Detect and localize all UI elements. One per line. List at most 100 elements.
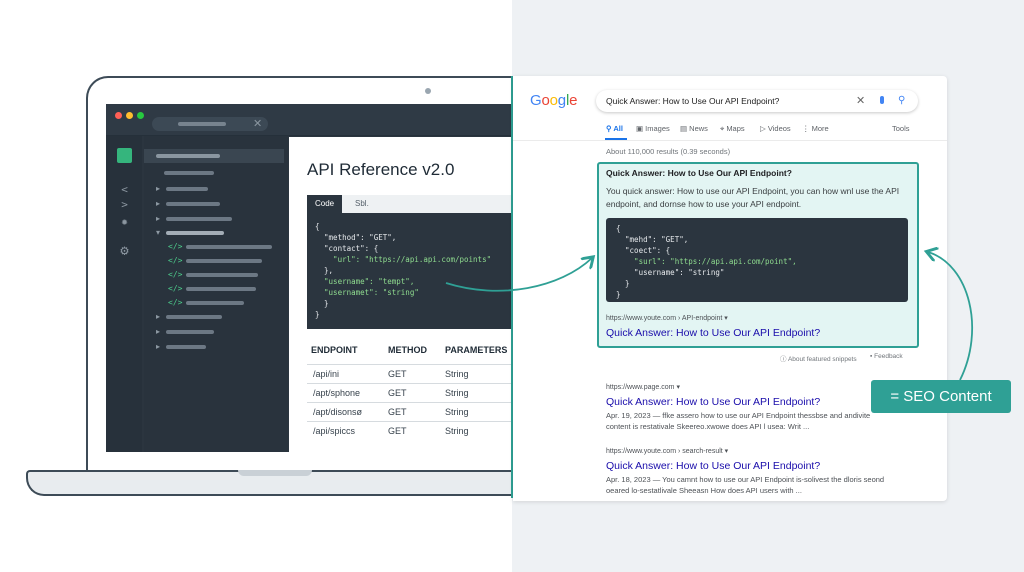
- activity-bar: < > ✹ ⚙: [106, 136, 142, 452]
- result-title[interactable]: Quick Answer: How to Use Our API Endpoin…: [606, 460, 820, 472]
- microphone-icon[interactable]: [880, 96, 884, 104]
- search-box[interactable]: Quick Answer: How to Use Our API Endpoin…: [596, 90, 918, 112]
- table-header: ENDPOINT: [311, 345, 358, 355]
- tree-item-label: [166, 217, 232, 221]
- code-line: }: [315, 299, 329, 308]
- chevron-right-icon: ▸: [156, 312, 161, 321]
- tree-item[interactable]: ▸: [144, 310, 284, 324]
- tree-item-label: [166, 315, 222, 319]
- code-line: "username": "string": [616, 268, 725, 277]
- tree-item[interactable]: ▾: [144, 226, 284, 240]
- tree-item[interactable]: </>: [144, 282, 284, 296]
- chevron-down-icon[interactable]: ▾: [676, 384, 680, 391]
- chevron-down-icon[interactable]: ▾: [725, 448, 729, 455]
- logo-letter: o: [549, 92, 558, 109]
- image-icon: ▣: [636, 124, 646, 133]
- feedback-link[interactable]: ▪ Feedback: [870, 353, 903, 360]
- search-input[interactable]: Quick Answer: How to Use Our API Endpoin…: [606, 90, 779, 112]
- minimize-window-button[interactable]: [126, 112, 133, 119]
- url-text: https://www.youte.com › search-result: [606, 448, 723, 455]
- code-file-icon: </>: [168, 298, 183, 307]
- code-file-icon: </>: [168, 242, 183, 251]
- tree-item[interactable]: </>: [144, 296, 284, 310]
- about-featured-snippets[interactable]: ⓘ About featured snippets: [780, 353, 857, 363]
- tree-item[interactable]: </>: [144, 254, 284, 268]
- table-rule: [307, 364, 512, 365]
- featured-description: You quick answer: How to use our API End…: [606, 186, 900, 209]
- tab-all[interactable]: ⚲ All: [606, 124, 623, 133]
- code-tabs: Code Sbl.: [307, 195, 512, 213]
- code-icon[interactable]: < >: [117, 182, 132, 211]
- google-logo[interactable]: Google: [530, 92, 577, 109]
- tree-item[interactable]: [144, 166, 284, 180]
- tab-images[interactable]: ▣ Images: [636, 124, 670, 133]
- chevron-right-icon: ▸: [156, 199, 161, 208]
- result-url[interactable]: https://www.youte.com › search-result ▾: [606, 447, 728, 455]
- tab-code[interactable]: Code: [307, 195, 343, 213]
- result-snippet: Apr. 19, 2023 — ffke assero how to use o…: [606, 411, 871, 431]
- tree-item-label: [186, 245, 272, 249]
- bug-icon[interactable]: ✹: [117, 214, 132, 229]
- logo-letter: e: [569, 92, 578, 109]
- featured-url[interactable]: https://www.youte.com › API-endpoint ▾: [606, 314, 728, 322]
- editor-tab[interactable]: [152, 117, 268, 131]
- code-line: "usernamet": "string": [315, 288, 419, 297]
- code-line: "contact": {: [315, 244, 379, 253]
- tree-item[interactable]: ▸: [144, 325, 284, 339]
- tab-news[interactable]: ▤ News: [680, 124, 708, 133]
- code-file-icon: </>: [168, 256, 183, 265]
- close-window-button[interactable]: [115, 112, 122, 119]
- tab-label: Videos: [767, 124, 791, 133]
- tree-item-label: [166, 202, 220, 206]
- table-rule: [307, 402, 512, 403]
- tree-item-label: [164, 171, 214, 175]
- feedback-label: Feedback: [874, 353, 903, 360]
- tab-videos[interactable]: ▷ Videos: [760, 124, 791, 133]
- featured-code-block: { "mehd": "GET", "coect": { "surl": "htt…: [606, 218, 908, 302]
- code-line: {: [616, 224, 621, 233]
- tree-item[interactable]: ▸: [144, 340, 284, 354]
- tree-item-label: [156, 154, 220, 158]
- tree-item[interactable]: </>: [144, 240, 284, 254]
- code-block: { "method": "GET", "contact": { "url": "…: [307, 213, 512, 329]
- gear-icon[interactable]: ⚙: [117, 244, 132, 259]
- table-cell: String: [445, 426, 469, 436]
- result-title[interactable]: Quick Answer: How to Use Our API Endpoin…: [606, 396, 820, 408]
- tree-item[interactable]: [144, 149, 284, 163]
- table-cell: /apt/disonsø: [313, 407, 363, 417]
- code-file-icon: </>: [168, 284, 183, 293]
- tab-label: News: [689, 124, 708, 133]
- search-icon[interactable]: ⚲: [898, 90, 905, 112]
- tree-item[interactable]: </>: [144, 268, 284, 282]
- clear-icon[interactable]: ✕: [856, 90, 865, 112]
- tab-sbl[interactable]: Sbl.: [347, 195, 377, 213]
- close-icon[interactable]: ✕: [253, 117, 262, 131]
- tab-maps[interactable]: ⌖ Maps: [720, 124, 745, 134]
- code-line: }: [616, 279, 630, 288]
- maximize-window-button[interactable]: [137, 112, 144, 119]
- code-line: "method": "GET",: [315, 233, 397, 242]
- chevron-down-icon: ▾: [156, 228, 161, 237]
- result-url[interactable]: https://www.page.com ▾: [606, 383, 680, 391]
- featured-title: Quick Answer: How to Use Our API Endpoin…: [606, 168, 792, 178]
- help-icon: ⓘ: [780, 356, 788, 363]
- tree-item-label: [166, 231, 224, 235]
- tab-tools[interactable]: Tools: [892, 124, 910, 133]
- tab-label: More: [811, 124, 829, 133]
- tree-item[interactable]: ▸: [144, 212, 284, 226]
- files-icon[interactable]: [117, 148, 132, 163]
- tree-item[interactable]: ▸: [144, 182, 284, 196]
- code-line: "surl": "https://api.api.com/point",: [616, 257, 797, 266]
- news-icon: ▤: [680, 124, 690, 133]
- code-line: "mehd": "GET",: [616, 235, 689, 244]
- tab-more[interactable]: ⋮ More: [802, 124, 829, 133]
- table-cell: String: [445, 407, 469, 417]
- chevron-down-icon[interactable]: ▾: [724, 315, 728, 322]
- table-cell: /apt/sphone: [313, 388, 361, 398]
- more-icon: ⋮: [802, 124, 812, 133]
- code-line: }: [315, 310, 320, 319]
- table-cell: String: [445, 388, 469, 398]
- tree-item[interactable]: ▸: [144, 197, 284, 211]
- featured-link[interactable]: Quick Answer: How to Use Our API Endpoin…: [606, 327, 820, 339]
- chevron-right-icon: ▸: [156, 327, 161, 336]
